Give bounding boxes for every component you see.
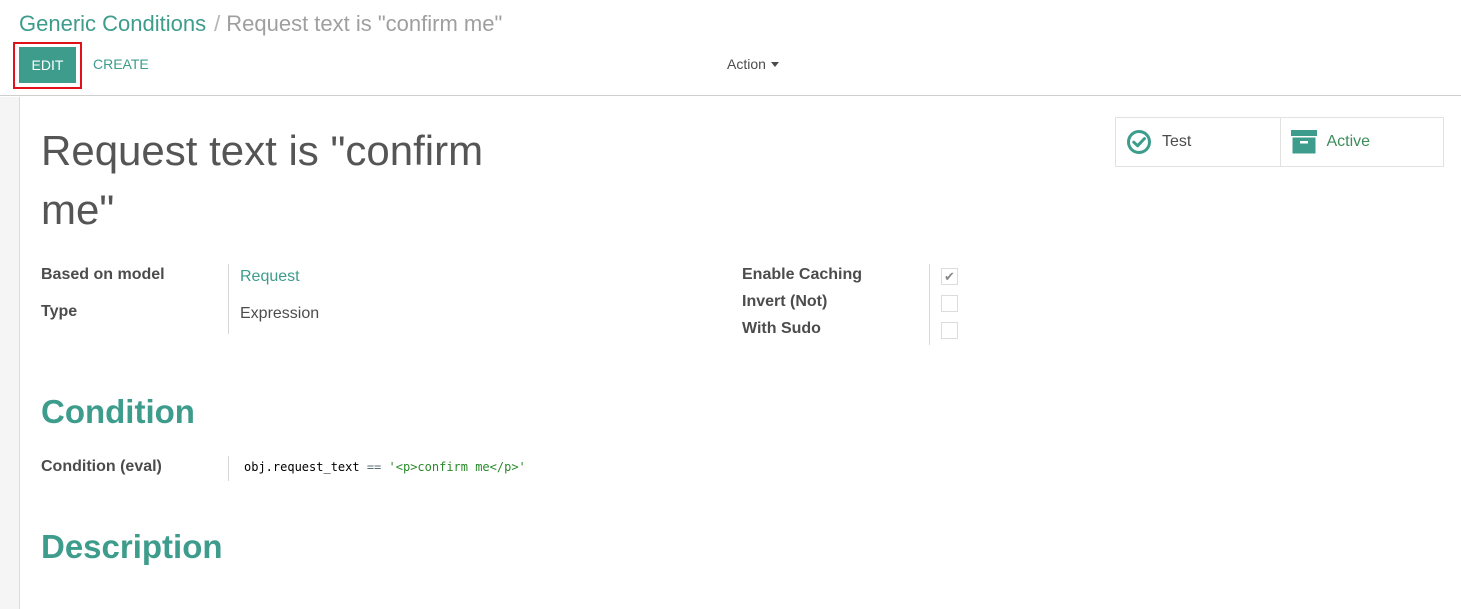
breadcrumb-separator: / [214, 11, 221, 36]
based-on-model-link[interactable]: Request [240, 268, 300, 286]
code-string: '<p>confirm me</p>' [388, 460, 526, 474]
active-smart-button-label: Active [1326, 133, 1371, 150]
record-title-line-2: me" [41, 186, 115, 233]
code-object: obj.request_text [244, 460, 360, 474]
with-sudo-label: With Sudo [742, 320, 821, 337]
edit-button-highlight [13, 42, 82, 89]
invert-not-checkbox[interactable] [941, 295, 958, 312]
test-smart-button-label: Test [1162, 133, 1192, 150]
type-label: Type [41, 303, 78, 320]
condition-eval-label: Condition (eval) [41, 458, 162, 475]
condition-code: obj.request_text == '<p>confirm me</p>' [244, 460, 526, 474]
control-panel: Generic Conditions / Request text is "conf… [0, 0, 1461, 96]
field-divider [228, 264, 229, 334]
record-title: Request text is "confirm me" [41, 121, 511, 239]
smart-button-box: Test Active [1115, 117, 1444, 167]
with-sudo-checkbox[interactable] [941, 322, 958, 339]
action-dropdown-label: Action [727, 56, 766, 72]
action-dropdown[interactable]: Action [727, 56, 779, 72]
type-value: Expression [240, 305, 320, 322]
create-button[interactable]: CREATE [93, 56, 149, 72]
breadcrumb-parent-link[interactable]: Generic Conditions [19, 11, 206, 36]
code-operator: == [366, 460, 382, 474]
breadcrumb-current: Request text is "confirm me" [226, 11, 503, 36]
caret-down-icon [770, 61, 779, 67]
enable-caching-label: Enable Caching [742, 266, 863, 283]
active-smart-button[interactable]: Active [1279, 118, 1444, 166]
enable-caching-checkbox[interactable]: ✔ [941, 268, 958, 285]
breadcrumb: Generic Conditions / Request text is "conf… [19, 11, 502, 37]
field-divider [228, 456, 229, 481]
test-smart-button[interactable]: Test [1116, 118, 1280, 166]
form-sheet-margin [0, 97, 20, 609]
condition-section-title: Condition [41, 393, 195, 430]
description-section-title: Description [41, 528, 223, 565]
checkmark-icon: ✔ [944, 269, 955, 284]
invert-not-label: Invert (Not) [742, 293, 828, 310]
check-circle-icon [1127, 130, 1151, 154]
based-on-model-label: Based on model [41, 266, 165, 283]
archive-icon [1290, 130, 1317, 154]
field-divider [929, 264, 930, 345]
record-title-line-1: Request text is "confirm [41, 127, 484, 174]
